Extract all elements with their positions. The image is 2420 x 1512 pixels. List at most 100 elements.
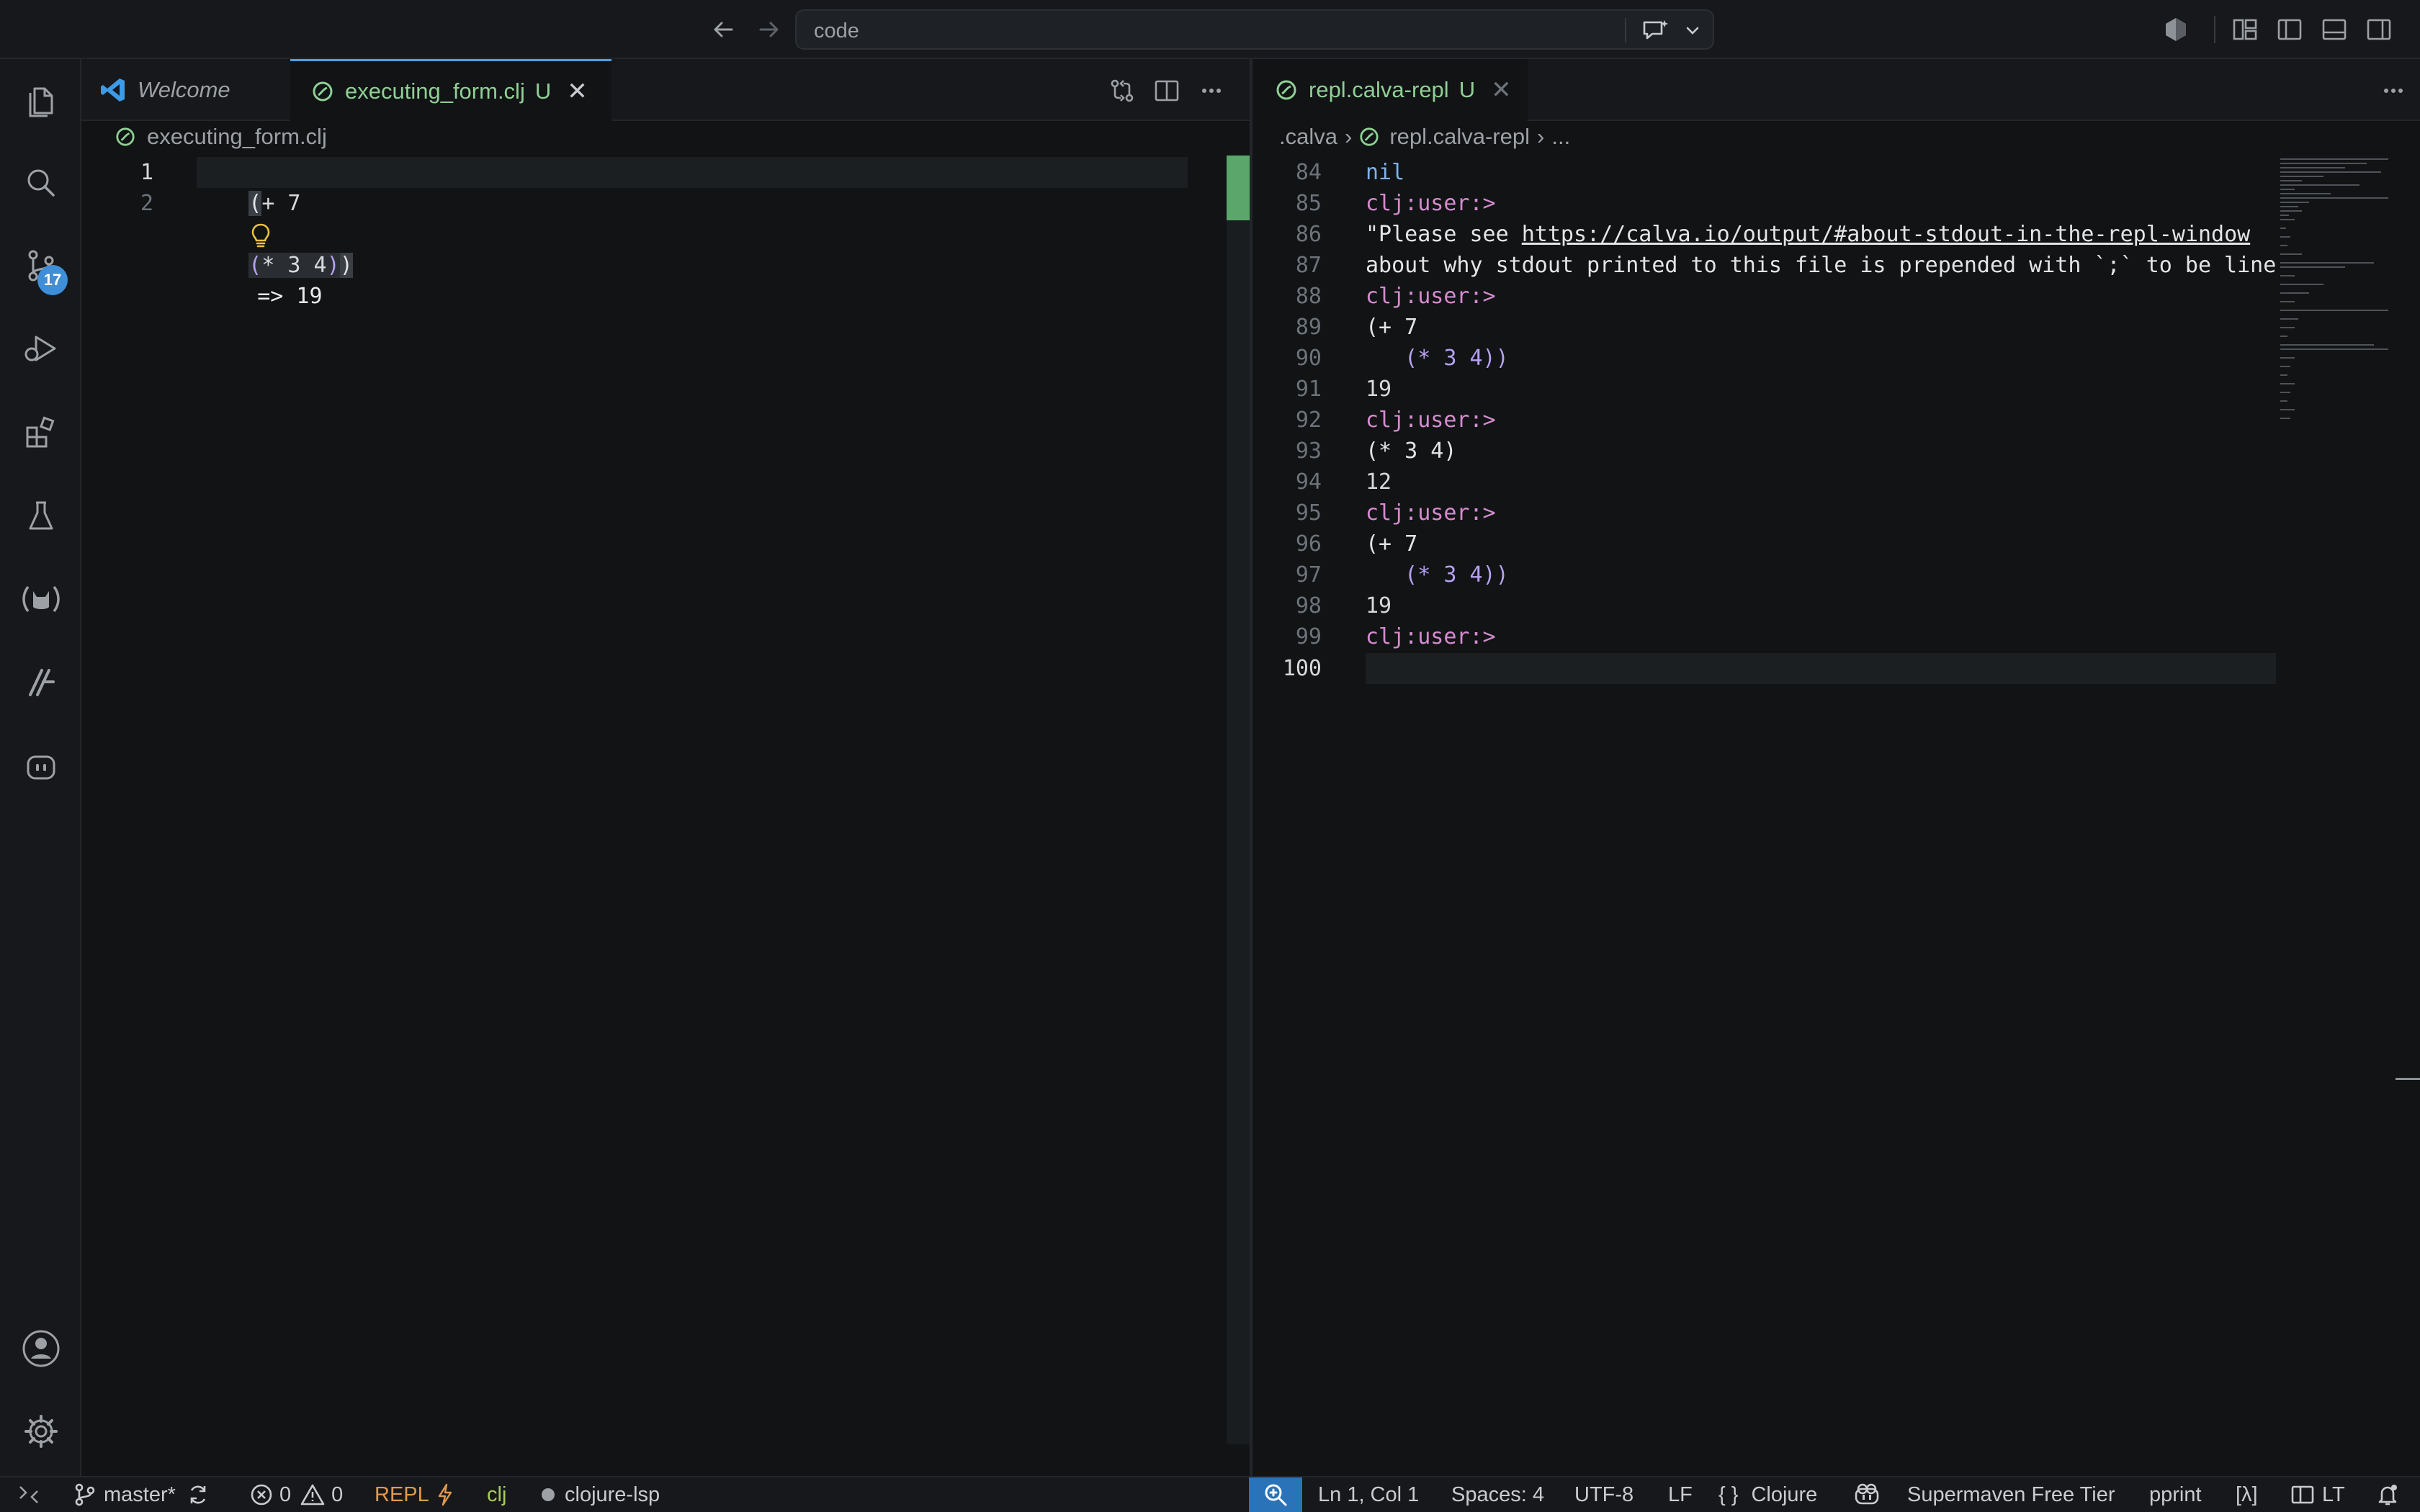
remote-indicator[interactable] — [16, 1477, 42, 1512]
chat-sparkle-icon[interactable] — [1641, 18, 1670, 44]
line-number: 96 — [1295, 531, 1322, 557]
repl-status[interactable]: REPL — [375, 1477, 455, 1512]
end-of-line[interactable]: LF — [1668, 1477, 1693, 1512]
braces-icon: { } — [1718, 1482, 1739, 1506]
tab-repl[interactable]: repl.calva-repl U ✕ — [1252, 59, 1528, 121]
line-number: 99 — [1295, 624, 1322, 649]
extensions-button[interactable] — [17, 409, 65, 456]
code-line: nil — [1366, 160, 1405, 185]
breadcrumb-symbol: ... — [1551, 124, 1571, 149]
testing-button[interactable] — [17, 492, 65, 540]
left-scrollbar[interactable] — [1227, 156, 1250, 1444]
code-line: (* 3 4)) — [1366, 346, 1509, 371]
manage-button[interactable] — [17, 1408, 65, 1455]
open-changes-icon[interactable] — [1106, 75, 1138, 107]
supermaven-status[interactable]: Supermaven Free Tier — [1907, 1477, 2115, 1512]
branch-indicator[interactable]: master* — [72, 1477, 210, 1512]
line-number: 87 — [1295, 253, 1322, 278]
encoding[interactable]: UTF-8 — [1574, 1477, 1634, 1512]
chevron-down-icon[interactable] — [1684, 22, 1701, 38]
untracked-status: U — [1458, 77, 1476, 102]
calva-lambda-status[interactable]: [λ] — [2236, 1477, 2258, 1512]
scrollbar-marker — [1227, 156, 1250, 220]
robot-icon — [27, 755, 55, 780]
toggle-primary-sidebar-icon[interactable] — [2275, 14, 2305, 45]
extensions-icon — [26, 416, 55, 448]
split-editor-icon[interactable] — [1151, 75, 1183, 107]
files-icon — [29, 87, 53, 117]
copilot-icon — [1855, 1483, 1879, 1505]
copilot-chat-button[interactable] — [17, 742, 65, 790]
line-number: 84 — [1295, 160, 1322, 185]
breadcrumb[interactable]: .calva › repl.calva-repl › ... — [1279, 124, 1570, 150]
zoom-search-button[interactable] — [1249, 1477, 1302, 1512]
run-debug-button[interactable] — [17, 325, 65, 373]
line-number: 100 — [1282, 656, 1322, 681]
code-line: about why stdout printed to this file is… — [1366, 253, 2276, 278]
repl-label: REPL — [375, 1482, 429, 1506]
supermaven-button[interactable] — [17, 659, 65, 706]
more-actions-icon[interactable] — [2378, 75, 2409, 107]
untracked-status: U — [534, 78, 552, 104]
close-tab-icon[interactable]: ✕ — [1491, 76, 1512, 104]
current-line-highlight — [1366, 653, 2276, 684]
back-arrow-icon[interactable] — [707, 13, 740, 46]
indentation[interactable]: Spaces: 4 — [1451, 1477, 1544, 1512]
current-line-highlight — [197, 157, 1188, 188]
tab-label: repl.calva-repl — [1309, 77, 1449, 102]
sync-icon[interactable] — [186, 1482, 210, 1507]
title-bar: code — [0, 0, 2420, 59]
calva-button[interactable] — [17, 575, 65, 623]
copilot-status[interactable] — [1852, 1477, 1881, 1512]
bell-icon — [2378, 1485, 2397, 1506]
tab-welcome[interactable]: Welcome — [81, 59, 290, 121]
line-number: 88 — [1295, 284, 1322, 309]
problems-indicator[interactable]: 0 0 — [249, 1477, 343, 1512]
line-number: 97 — [1295, 562, 1322, 588]
line-number: 89 — [1295, 315, 1322, 340]
pprint-toggle[interactable]: pprint — [2149, 1477, 2202, 1512]
toggle-secondary-sidebar-icon[interactable] — [2364, 14, 2394, 45]
command-center-search[interactable]: code — [795, 9, 1714, 50]
language-mode[interactable]: { } Clojure — [1718, 1477, 1817, 1512]
breadcrumb[interactable]: executing_form.clj — [115, 124, 327, 150]
code-line: (+ 7 — [1366, 315, 1418, 340]
line-number: 1 — [140, 160, 153, 185]
toggle-panel-icon[interactable] — [2319, 14, 2349, 45]
status-dot-icon — [542, 1488, 555, 1501]
minimap[interactable] — [2280, 156, 2396, 458]
code-line: (* 3 4) — [1366, 438, 1457, 464]
tab-executing-form[interactable]: executing_form.clj U ✕ — [290, 59, 611, 121]
code-line: (+ 7 — [1366, 531, 1418, 557]
notifications-button[interactable] — [2375, 1477, 2400, 1512]
layout-toggle[interactable]: LT — [2290, 1477, 2345, 1512]
forward-arrow-icon[interactable] — [752, 13, 785, 46]
clojure-file-icon — [1276, 80, 1296, 100]
calva-docs-link[interactable]: https://calva.io/output/#about-stdout-in… — [1522, 222, 2250, 247]
customize-layout-icon[interactable] — [2230, 14, 2260, 45]
overview-ruler-marker — [2396, 1078, 2420, 1080]
line-number: 93 — [1295, 438, 1322, 464]
lightning-icon — [438, 1483, 452, 1506]
lightbulb-icon[interactable] — [248, 221, 273, 250]
tab-label: executing_form.clj — [345, 78, 525, 104]
close-tab-icon[interactable]: ✕ — [567, 77, 588, 106]
more-actions-icon[interactable] — [1196, 75, 1227, 107]
copilot-icon[interactable] — [2161, 14, 2191, 45]
lsp-label: clojure-lsp — [565, 1482, 660, 1506]
error-icon — [251, 1484, 272, 1506]
explorer-button[interactable] — [17, 76, 65, 123]
command-center-text: code — [814, 19, 859, 42]
divider — [2214, 16, 2215, 43]
tab-label: Welcome — [138, 77, 230, 102]
accounts-button[interactable] — [17, 1325, 65, 1372]
search-button[interactable] — [17, 159, 65, 207]
line-number: 98 — [1295, 593, 1322, 618]
lsp-status[interactable]: clojure-lsp — [542, 1477, 660, 1512]
activity-bar: 17 — [0, 59, 81, 1476]
beaker-icon — [29, 501, 53, 530]
repl-session-type[interactable]: clj — [487, 1477, 506, 1512]
cursor-position[interactable]: Ln 1, Col 1 — [1318, 1477, 1419, 1512]
repl-prompt: clj:user:> — [1366, 624, 1496, 649]
code-line: (* 3 4)) — [1366, 562, 1509, 588]
